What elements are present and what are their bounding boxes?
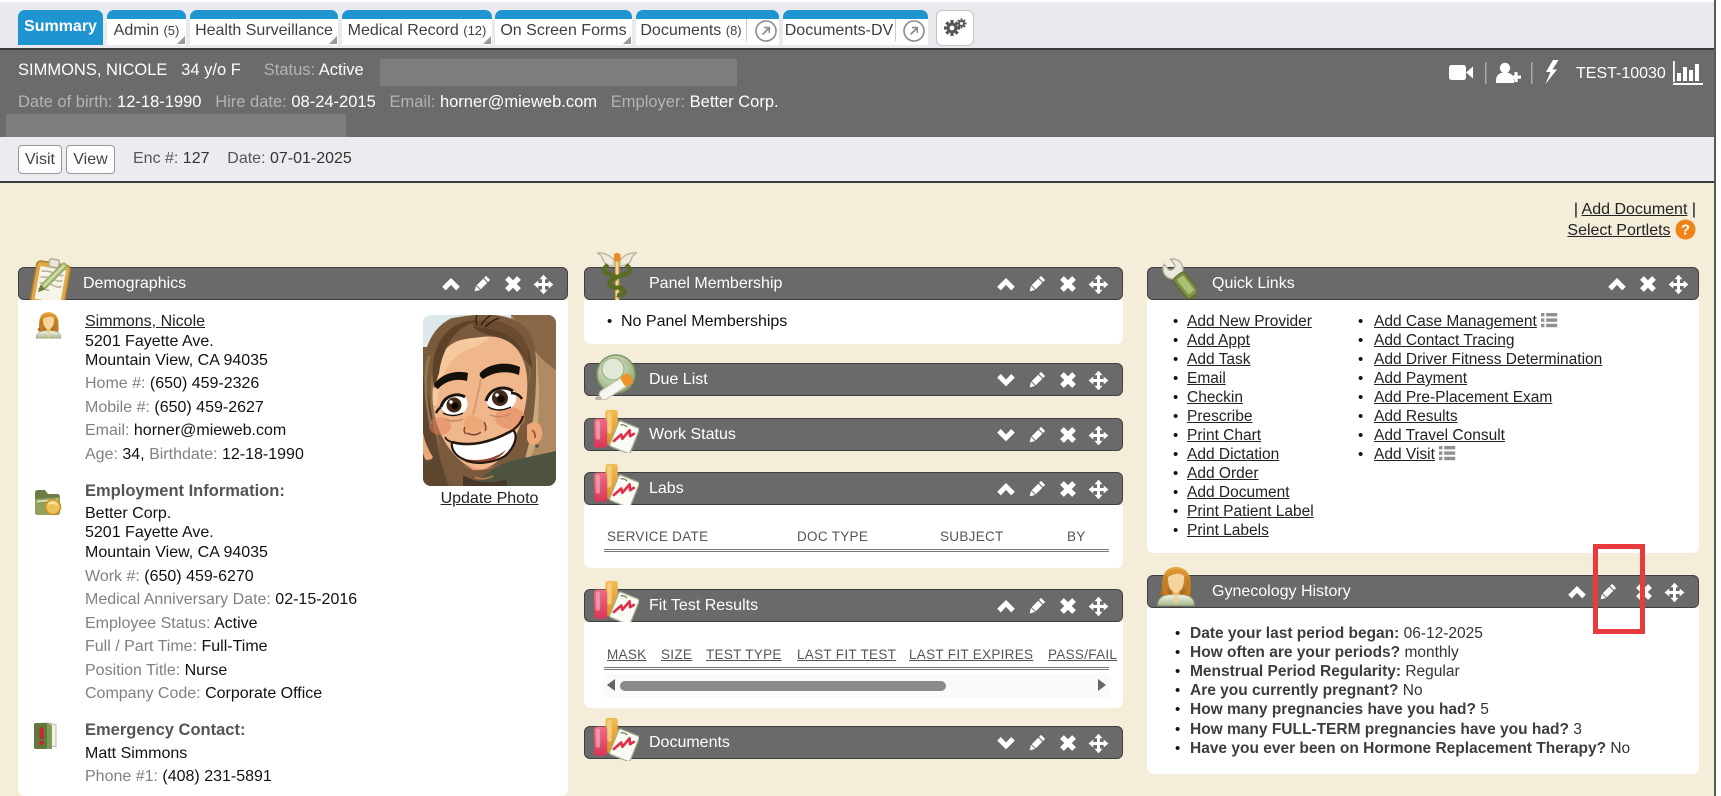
svg-text:?: ?: [1681, 222, 1690, 239]
svg-text:TEST-10030: TEST-10030: [1576, 65, 1666, 82]
